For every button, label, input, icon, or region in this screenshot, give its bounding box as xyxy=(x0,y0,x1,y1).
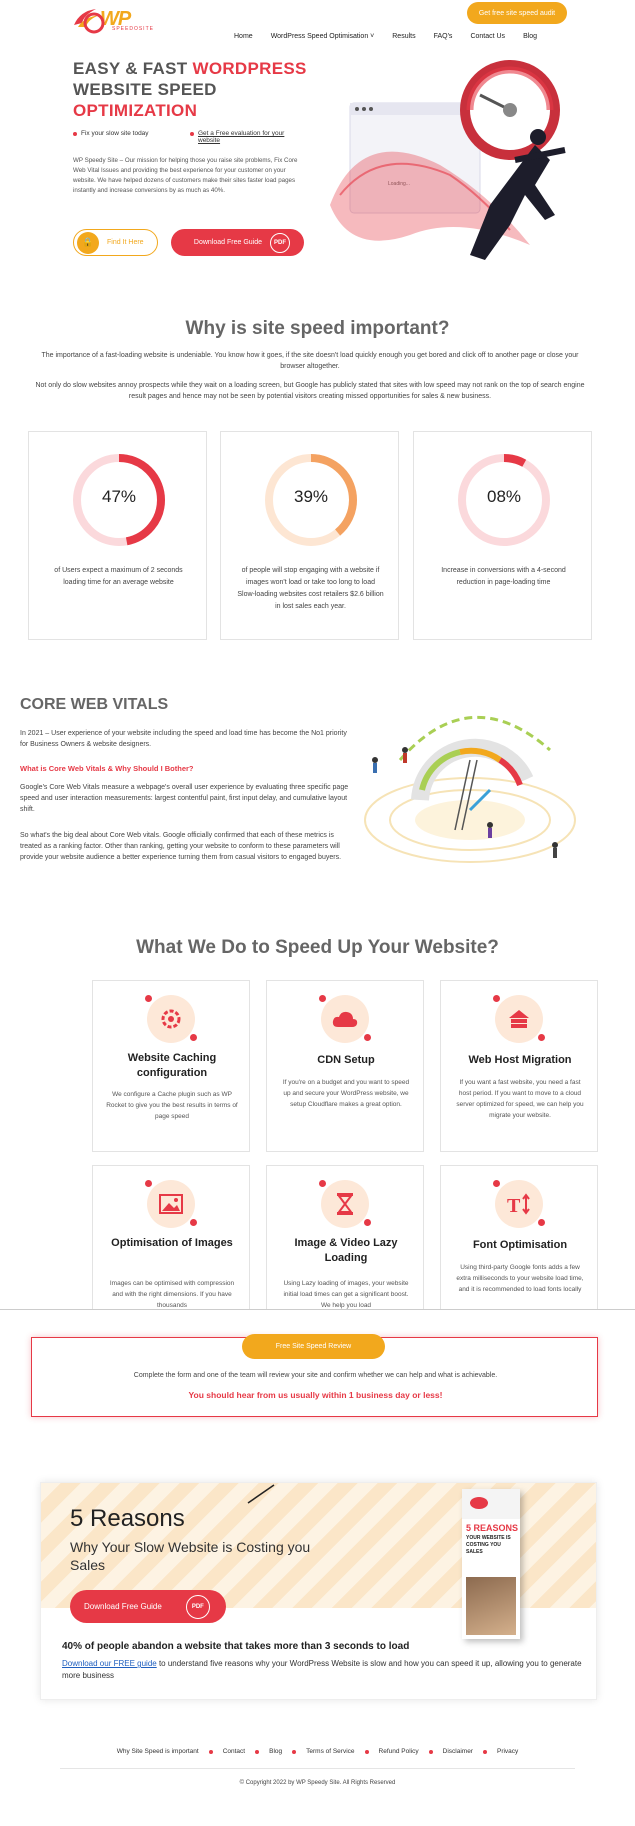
cwv-heading: What is Core Web Vitals & Why Should I B… xyxy=(20,764,194,773)
service-title: Font Optimisation xyxy=(472,1239,568,1251)
font-icon: T xyxy=(493,1180,545,1228)
service-text: We configure a Cache plugin such as WP R… xyxy=(106,1091,238,1120)
stat-card: 39% of people will stop engaging with a … xyxy=(220,431,399,640)
hero-bullet-1: Fix your slow site today xyxy=(73,130,173,137)
hero-illustration: Loading... xyxy=(330,60,566,260)
find-it-here-button[interactable]: 🔒 Find It Here xyxy=(73,229,158,256)
reasons-subtitle: Why Your Slow Website is Costing you Sal… xyxy=(70,1539,311,1573)
cloud-icon xyxy=(319,995,371,1043)
image-icon xyxy=(145,1180,197,1228)
service-text: Using third-party Google fonts adds a fe… xyxy=(456,1264,584,1293)
service-title: Optimisation of Images xyxy=(111,1237,233,1249)
stat-text: of Users expect a maximum of 2 seconds l… xyxy=(54,567,183,586)
hourglass-icon xyxy=(319,1180,371,1228)
stat-text: of people will stop engaging with a webs… xyxy=(237,567,384,610)
stat-value: 39% xyxy=(293,487,329,506)
nav-home[interactable]: Home xyxy=(234,33,253,40)
service-card: Website Caching configuration We configu… xyxy=(92,980,250,1152)
service-card: CDN Setup If you're on a budget and you … xyxy=(266,980,424,1152)
service-title: Web Host Migration xyxy=(468,1054,572,1066)
free-audit-button[interactable]: Get free site speed audit xyxy=(467,2,567,24)
service-text: Using Lazy loading of images, your websi… xyxy=(283,1280,409,1309)
section-divider xyxy=(0,1309,635,1310)
why-title: Why is site speed important? xyxy=(185,318,450,339)
service-text: If you're on a budget and you want to sp… xyxy=(282,1079,410,1108)
footer-link-refund[interactable]: Refund Policy xyxy=(379,1748,419,1755)
hero-title: EASY & FAST WORDPRESS WEBSITE SPEED OPTI… xyxy=(73,59,307,120)
stat-value: 08% xyxy=(486,487,522,506)
svg-text:T: T xyxy=(507,1195,521,1215)
reasons-download-button[interactable]: Download Free Guide PDF xyxy=(70,1590,226,1623)
service-title: CDN Setup xyxy=(317,1054,375,1066)
pdf-icon: PDF xyxy=(270,232,290,253)
pdf-icon: PDF xyxy=(185,1594,210,1619)
logo-subtext: SPEEDOSITE xyxy=(112,26,154,32)
footer-link-blog[interactable]: Blog xyxy=(269,1748,282,1755)
review-highlight: You should hear from us usually within 1… xyxy=(188,1390,443,1400)
service-card: T Font Optimisation Using third-party Go… xyxy=(440,1165,598,1310)
footer-link-disclaimer[interactable]: Disclaimer xyxy=(443,1748,473,1755)
hero-paragraph: WP Speedy Site – Our mission for helping… xyxy=(73,157,298,194)
nav-contact[interactable]: Contact Us xyxy=(470,33,505,40)
decorative-line xyxy=(247,1484,275,1504)
footer-links: Why Site Speed is important Contact Blog… xyxy=(0,1748,635,1755)
service-text: Images can be optimised with compression… xyxy=(109,1280,235,1309)
download-guide-button[interactable]: Download Free Guide PDF xyxy=(171,229,304,256)
service-card: Image & Video Lazy Loading Using Lazy lo… xyxy=(266,1165,424,1310)
footer-link-why[interactable]: Why Site Speed is important xyxy=(117,1748,199,1755)
hero-bullet-2[interactable]: Get a Free evaluation for your website xyxy=(190,130,302,144)
service-title: Image & Video Lazy Loading xyxy=(294,1237,398,1264)
stat-card: 08% Increase in conversions with a 4-sec… xyxy=(413,431,592,640)
free-review-button[interactable]: Free Site Speed Review xyxy=(242,1334,385,1359)
nav-faqs[interactable]: FAQ's xyxy=(434,33,453,40)
footer-divider xyxy=(60,1768,575,1769)
gear-speed-icon xyxy=(145,995,197,1043)
reasons-stat: 40% of people abandon a website that tak… xyxy=(62,1641,410,1652)
nav-blog[interactable]: Blog xyxy=(523,33,537,40)
footer-link-contact[interactable]: Contact xyxy=(223,1748,245,1755)
footer-link-terms[interactable]: Terms of Service xyxy=(306,1748,354,1755)
reasons-banner: 5 Reasons Why Your Slow Website is Costi… xyxy=(40,1482,597,1700)
service-text: If you want a fast website, you need a f… xyxy=(456,1079,584,1119)
why-paragraph-1: The importance of a fast-loading website… xyxy=(41,352,579,370)
service-card: Optimisation of Images Images can be opt… xyxy=(92,1165,250,1310)
services-title: What We Do to Speed Up Your Website? xyxy=(136,937,499,958)
nav-speed-optimisation[interactable]: WordPress Speed Optimisation ˅ xyxy=(271,33,375,40)
service-title: Website Caching configuration xyxy=(127,1052,217,1079)
reasons-text: Download our FREE guide to understand fi… xyxy=(62,1659,582,1680)
cwv-paragraph-1: In 2021 – User experience of your websit… xyxy=(20,730,347,748)
cwv-paragraph-2: Google's Core Web Vitals measure a webpa… xyxy=(20,784,349,813)
service-card: Web Host Migration If you want a fast we… xyxy=(440,980,598,1152)
stat-text: Increase in conversions with a 4-second … xyxy=(441,567,566,586)
site-logo[interactable]: WP SPEEDOSITE xyxy=(70,2,170,36)
cwv-paragraph-3: So what's the big deal about Core Web vi… xyxy=(20,832,342,861)
footer-link-privacy[interactable]: Privacy xyxy=(497,1748,518,1755)
free-guide-link[interactable]: Download our FREE guide xyxy=(62,1659,157,1668)
cwv-illustration xyxy=(364,716,576,863)
copyright: © Copyright 2022 by WP Speedy Site. All … xyxy=(239,1780,396,1786)
flame-icon xyxy=(70,3,106,35)
cwv-title: CORE WEB VITALS xyxy=(20,696,169,713)
server-icon xyxy=(493,995,545,1043)
reasons-title: 5 Reasons xyxy=(70,1505,185,1532)
why-paragraph-2: Not only do slow websites annoy prospect… xyxy=(35,382,585,400)
stat-card: 47% of Users expect a maximum of 2 secon… xyxy=(28,431,207,640)
ebook-cover: 5 REASONS YOUR WEBSITE IS COSTING YOU SA… xyxy=(462,1489,520,1639)
nav-results[interactable]: Results xyxy=(392,33,415,40)
main-nav: Home WordPress Speed Optimisation ˅ Resu… xyxy=(234,33,555,40)
lock-icon: 🔒 xyxy=(77,231,99,254)
stat-value: 47% xyxy=(101,487,137,506)
review-text: Complete the form and one of the team wi… xyxy=(133,1372,498,1379)
